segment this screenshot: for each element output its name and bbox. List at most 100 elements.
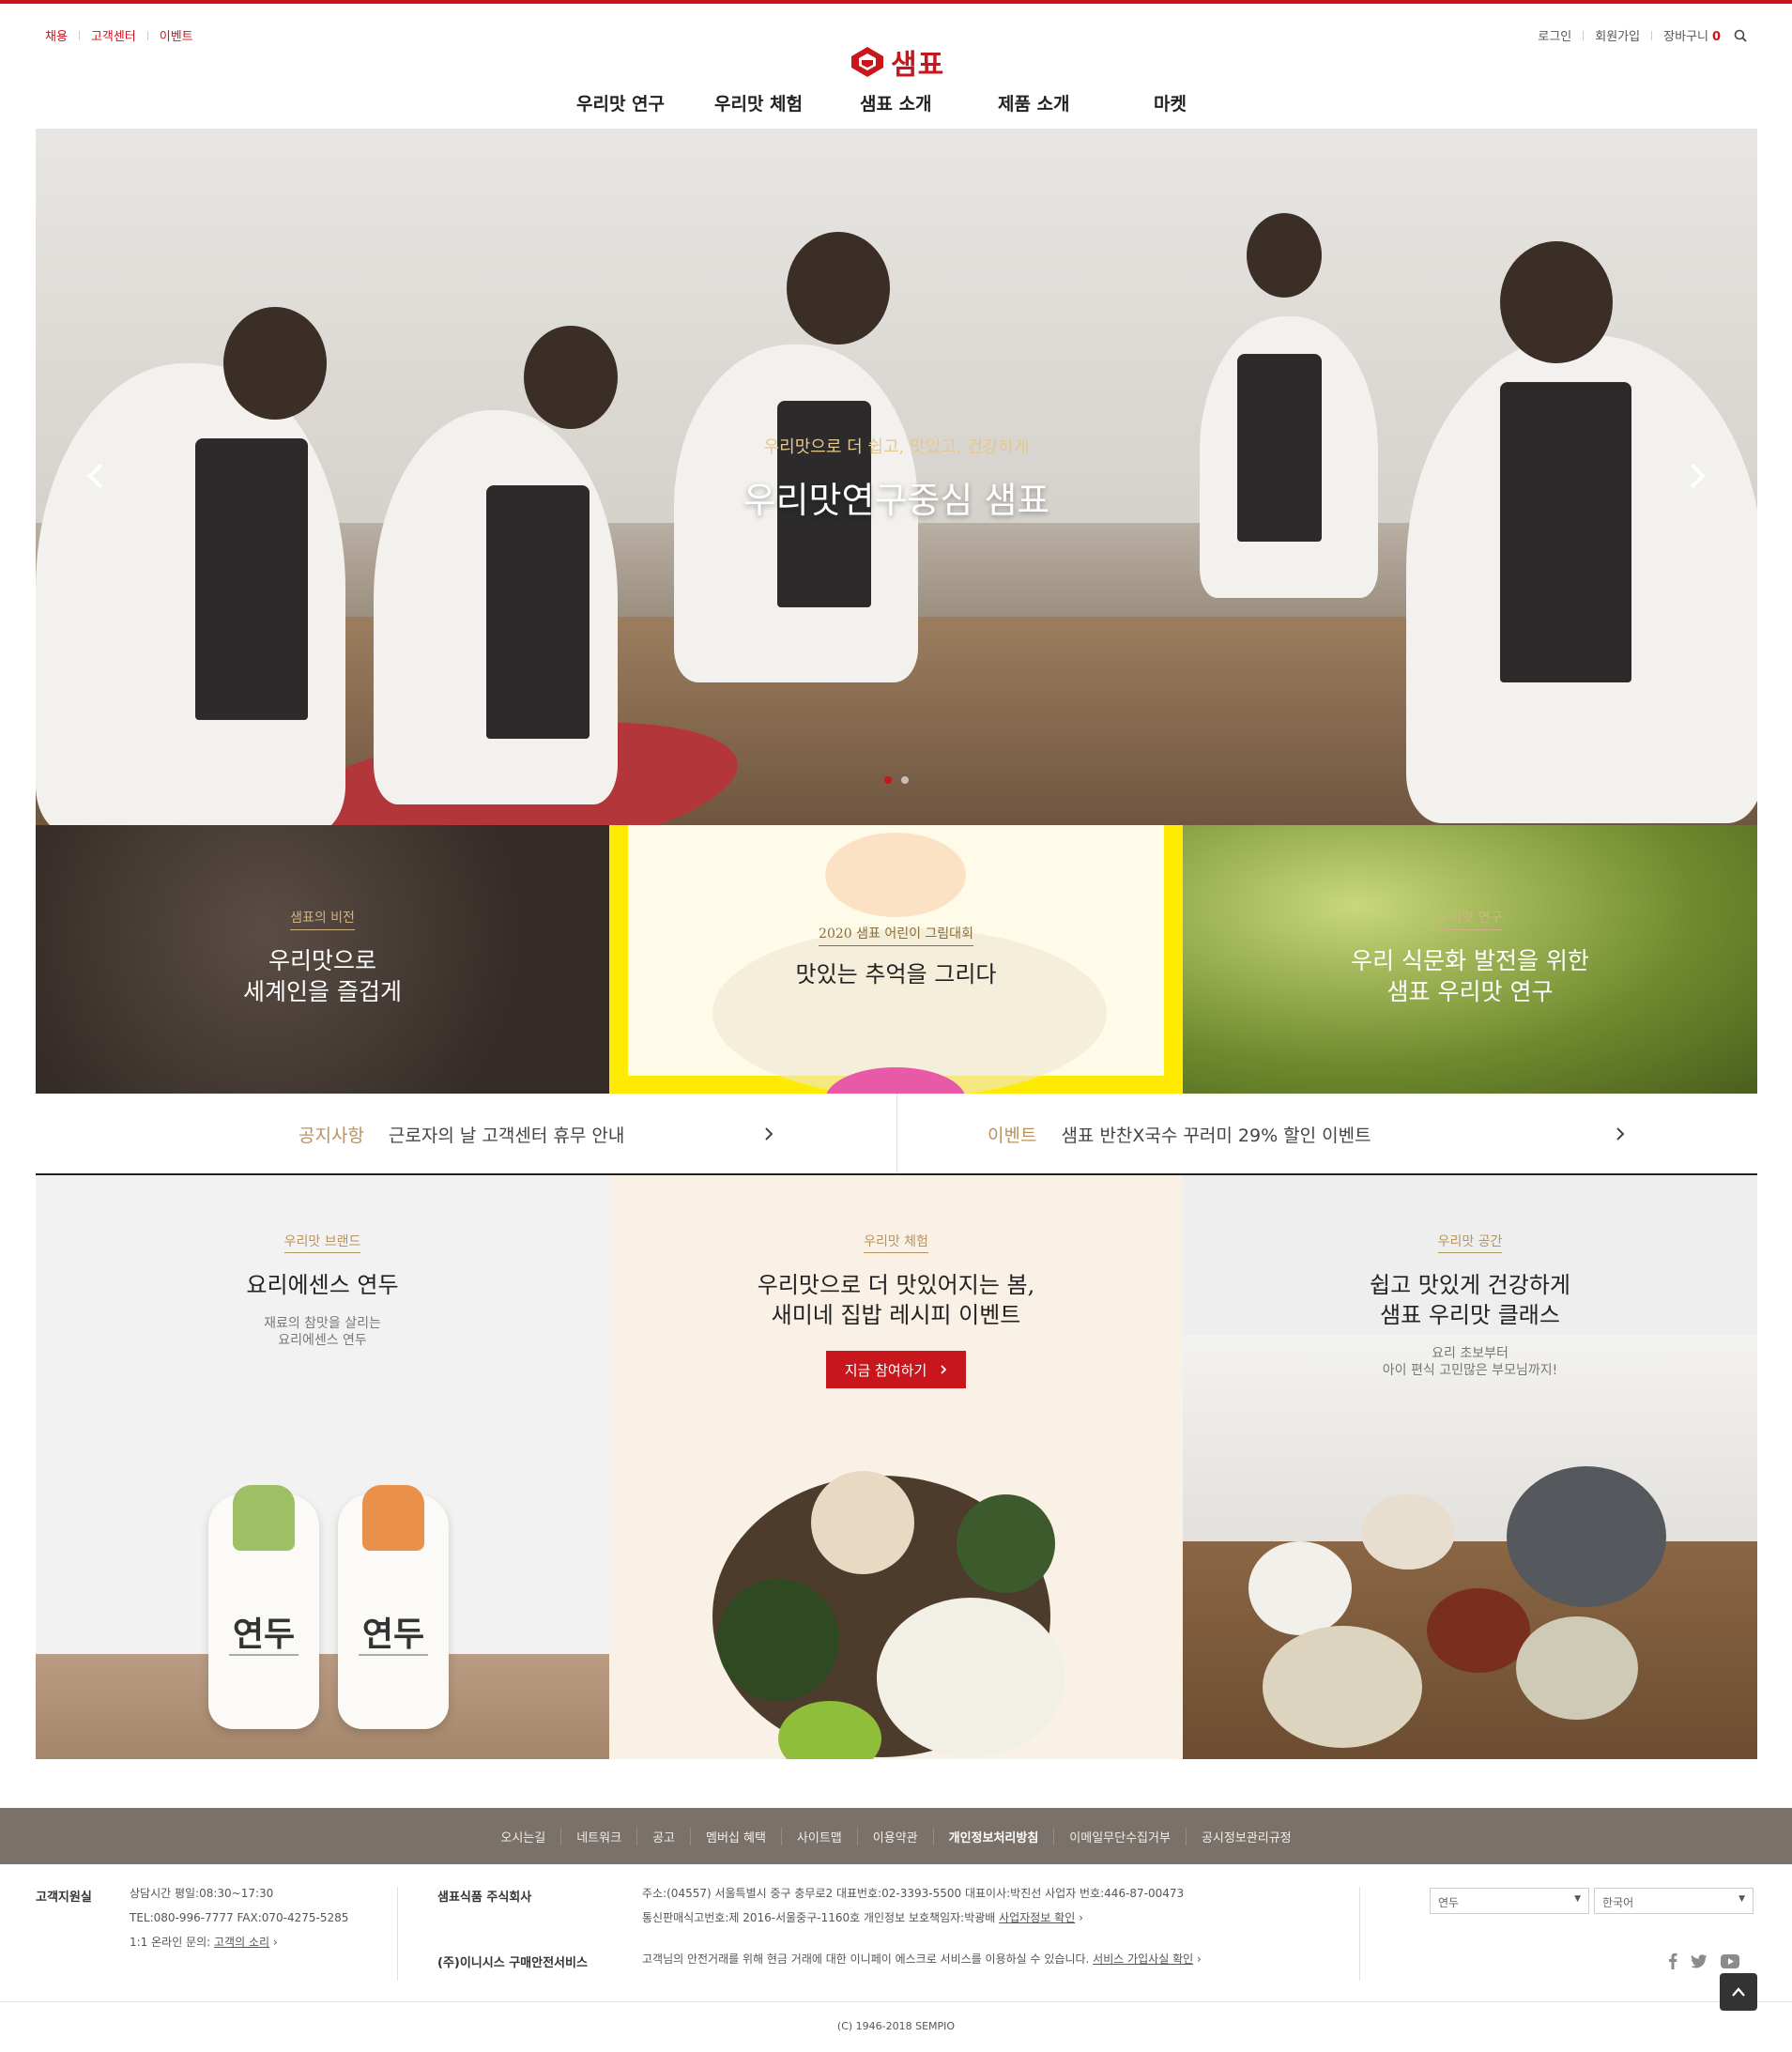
promo-drawing-contest[interactable]: 2020 샘표 어린이 그림대회 맛있는 추억을 그리다 [609, 825, 1183, 1094]
promo-research-content: 우리맛 연구 우리 식문화 발전을 위한 샘표 우리맛 연구 [1183, 908, 1757, 1007]
hero-title: 우리맛연구중심 샘표 [743, 480, 1050, 521]
cs-title: 고객지원실 [36, 1891, 92, 1905]
hero-chef-apron [486, 485, 590, 739]
escrow-heading: (주)이니시스 구매안전서비스 [437, 1952, 588, 1970]
cart-link[interactable]: 장바구니 0 [1663, 26, 1721, 44]
hero-prev-arrow-icon[interactable] [83, 457, 111, 495]
dish-water-kimchi [1248, 1541, 1352, 1635]
hero-next-arrow-icon[interactable] [1682, 457, 1710, 495]
hero-chef-head [223, 307, 327, 420]
join-now-label: 지금 참여하기 [844, 1361, 927, 1379]
notice-label: 공지사항 [299, 1125, 364, 1146]
join-now-button[interactable]: 지금 참여하기 [825, 1351, 967, 1388]
feature-brand-desc: 재료의 참맛을 살리는 요리에센스 연두 [36, 1315, 609, 1349]
chevron-right-icon [1616, 1127, 1625, 1141]
hero-subtitle: 우리맛으로 더 쉽고, 맛있고, 건강하게 [763, 437, 1030, 457]
family-site-value: 연두 [1438, 1896, 1460, 1909]
company-registration-text: 통신판매식고번호:제 2016-서울중구-1160호 개인정보 보호책임자:박광… [642, 1911, 996, 1924]
nav-item-about[interactable]: 샘표 소개 [860, 90, 932, 115]
copyright: (C) 1946-2018 SEMPIO [836, 2020, 956, 2032]
event-item[interactable]: 이벤트 샘표 반찬X국수 꾸러미 29% 할인 이벤트 [896, 1094, 1757, 1174]
footer-links: 오시는길 네트워크 공고 멤버십 혜택 사이트맵 이용약관 개인정보처리방침 이… [0, 1808, 1792, 1864]
scroll-top-button[interactable] [1720, 1973, 1757, 2011]
feature-class-title-line1: 쉽고 맛있게 건강하게 [1370, 1272, 1570, 1298]
join-link[interactable]: 회원가입 [1595, 26, 1640, 44]
cs-details: 상담시간 평일:08:30~17:30 TEL:080-996-7777 FAX… [130, 1881, 348, 1954]
footer-link-membership[interactable]: 멤버십 혜택 [689, 1827, 781, 1845]
feature-class-desc-line1: 요리 초보부터 [1432, 1346, 1509, 1361]
feature-brand-yondu[interactable]: 우리맛 브랜드 요리에센스 연두 재료의 참맛을 살리는 요리에센스 연두 연두… [36, 1175, 609, 1759]
footer-link-announcement[interactable]: 공고 [636, 1827, 690, 1845]
promo-vision-tag: 샘표의 비전 [290, 908, 355, 930]
utility-links-left: 채용 고객센터 이벤트 [45, 26, 193, 44]
hero-dot-2[interactable] [901, 776, 909, 784]
dish-kimchi [1361, 1494, 1455, 1570]
divider [1359, 1887, 1360, 1981]
footer-link-directions[interactable]: 오시는길 [485, 1828, 560, 1845]
hero-chef-head [524, 326, 618, 429]
facebook-icon[interactable] [1668, 1952, 1677, 1969]
chevron-down-icon: ▼ [1574, 1894, 1581, 1904]
feature-cooking-class[interactable]: 우리맛 공간 쉽고 맛있게 건강하게 샘표 우리맛 클래스 요리 초보부터 아이… [1183, 1175, 1757, 1759]
hero-chef-head [1500, 241, 1613, 363]
nav-item-market[interactable]: 마켓 [1154, 90, 1187, 115]
youtube-icon[interactable] [1721, 1953, 1739, 1968]
top-accent-line [0, 0, 1792, 4]
footer-link-sitemap[interactable]: 사이트맵 [780, 1827, 857, 1845]
feature-recipe-title-line1: 우리맛으로 더 맛있어지는 봄, [757, 1272, 1035, 1298]
util-link-recruit[interactable]: 채용 [45, 26, 68, 44]
chevron-right-icon [941, 1365, 947, 1374]
voice-of-customer-link[interactable]: 고객의 소리 [214, 1936, 269, 1949]
company-details: 주소:(04557) 서울특별시 중구 충무로2 대표번호:02-3393-55… [642, 1881, 1184, 1930]
bottle-label-line [359, 1654, 428, 1656]
nav-item-experience[interactable]: 우리맛 체험 [714, 90, 803, 115]
footer-link-terms[interactable]: 이용약관 [856, 1827, 933, 1845]
promo-research-tag: 우리맛 연구 [1437, 908, 1503, 930]
footer-link-network[interactable]: 네트워크 [560, 1827, 636, 1845]
promo-vision-title-line1: 우리맛으로 [268, 947, 376, 974]
footer-link-email-policy[interactable]: 이메일무단수집거부 [1053, 1827, 1186, 1845]
feature-recipe-event[interactable]: 우리맛 체험 우리맛으로 더 맛있어지는 봄, 새미네 집밥 레시피 이벤트 지… [609, 1175, 1183, 1759]
yondu-bottle-green: 연두 [208, 1485, 319, 1729]
business-info-link[interactable]: 사업자정보 확인 [999, 1911, 1075, 1924]
promo-vision-title: 우리맛으로 세계인을 즐겁게 [36, 945, 609, 1007]
notice-text: 근로자의 날 고객센터 휴무 안내 [388, 1125, 625, 1146]
family-site-select[interactable]: 연두 ▼ [1430, 1888, 1589, 1914]
cs-heading: 고객지원실 [36, 1887, 92, 1905]
chevron-up-icon [1732, 1987, 1745, 1997]
notice-item[interactable]: 공지사항 근로자의 날 고객센터 휴무 안내 [36, 1094, 896, 1174]
logo[interactable]: 샘표 [850, 41, 944, 83]
dish-spinach [717, 1579, 839, 1701]
footer-link-disclosure[interactable]: 공시정보관리규정 [1185, 1827, 1307, 1845]
login-link[interactable]: 로그인 [1538, 26, 1571, 44]
nav-item-products[interactable]: 제품 소개 [998, 90, 1070, 115]
escrow-title: (주)이니시스 구매안전서비스 [437, 1956, 588, 1970]
search-icon[interactable] [1734, 29, 1747, 42]
escrow-verify-link[interactable]: 서비스 가입사실 확인 [1093, 1952, 1193, 1966]
promo-vision[interactable]: 샘표의 비전 우리맛으로 세계인을 즐겁게 [36, 825, 609, 1094]
language-select[interactable]: 한국어 ▼ [1594, 1888, 1754, 1914]
escrow-text: 고객님의 안전거래를 위해 현금 거래에 대한 이니페이 에스크로 서비스를 이… [642, 1952, 1090, 1966]
promo-research[interactable]: 우리맛 연구 우리 식문화 발전을 위한 샘표 우리맛 연구 [1183, 825, 1757, 1094]
promo-drawing-content: 2020 샘표 어린이 그림대회 맛있는 추억을 그리다 [609, 924, 1183, 990]
logo-text: 샘표 [891, 49, 945, 82]
event-label: 이벤트 [988, 1125, 1037, 1146]
twitter-icon[interactable] [1691, 1953, 1708, 1968]
escrow-details: 고객님의 안전거래를 위해 현금 거래에 대한 이니페이 에스크로 서비스를 이… [642, 1947, 1202, 1971]
util-link-event[interactable]: 이벤트 [160, 26, 193, 44]
company-heading: 샘표식품 주식회사 [437, 1887, 531, 1905]
cart-count: 0 [1711, 30, 1721, 44]
hero-slider: 우리맛으로 더 쉽고, 맛있고, 건강하게 우리맛연구중심 샘표 [36, 129, 1757, 825]
hero-chef-apron [1500, 382, 1631, 682]
nav-item-research[interactable]: 우리맛 연구 [576, 90, 665, 115]
promo-vision-title-line2: 세계인을 즐겁게 [243, 978, 402, 1005]
footer-link-privacy[interactable]: 개인정보처리방침 [932, 1827, 1054, 1845]
hero-chef-head [1247, 213, 1322, 298]
util-link-customer-center[interactable]: 고객센터 [91, 26, 136, 44]
utility-links-right: 로그인 회원가입 장바구니 0 [1538, 26, 1747, 44]
hero-dot-1[interactable] [884, 776, 892, 784]
promo-research-title: 우리 식문화 발전을 위한 샘표 우리맛 연구 [1183, 945, 1757, 1007]
company-address: 주소:(04557) 서울특별시 중구 충무로2 대표번호:02-3393-55… [642, 1887, 1185, 1900]
hero-chef-head [787, 232, 890, 345]
promo-drawing-title: 맛있는 추억을 그리다 [795, 961, 997, 988]
